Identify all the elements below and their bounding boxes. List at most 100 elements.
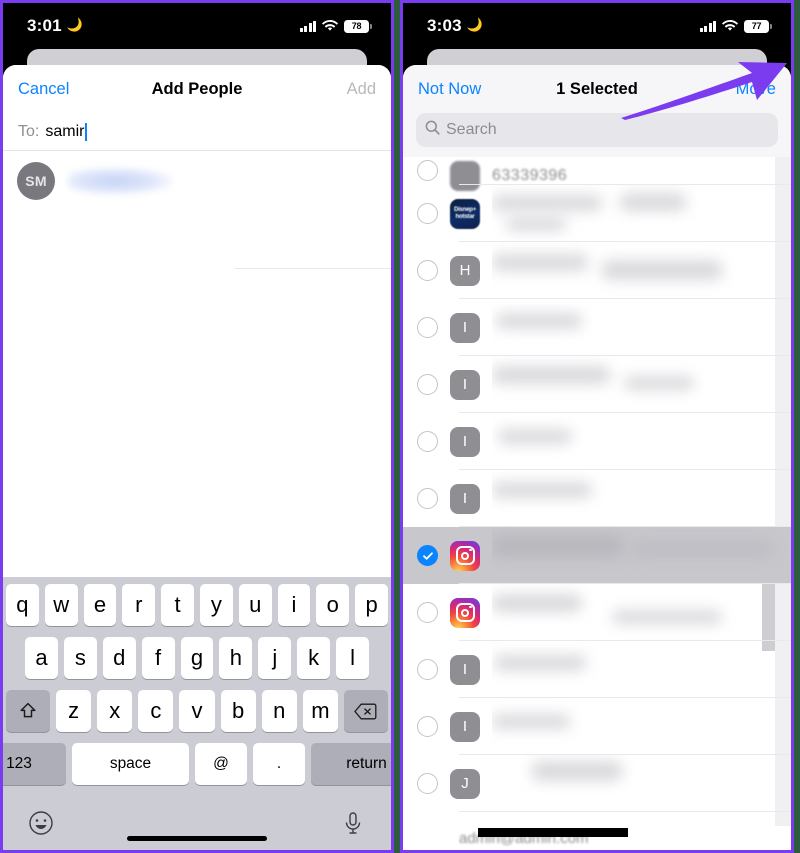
- row-radio[interactable]: [417, 488, 438, 509]
- microphone-icon[interactable]: [340, 810, 366, 836]
- key-c[interactable]: c: [138, 690, 174, 732]
- search-container: Search: [403, 113, 791, 157]
- keyboard-bottom-bar: [6, 796, 388, 850]
- row-label: 63339396: [492, 167, 568, 184]
- key-w[interactable]: w: [44, 584, 78, 626]
- key-o[interactable]: o: [316, 584, 350, 626]
- key-d[interactable]: d: [102, 637, 136, 679]
- row-label-redacted: [492, 413, 791, 470]
- contact-suggestion-row[interactable]: SM: [3, 151, 391, 211]
- row-label-redacted: [492, 185, 791, 242]
- wifi-icon: [322, 20, 338, 32]
- instagram-spark: [469, 548, 472, 552]
- key-k[interactable]: k: [297, 637, 331, 679]
- row-radio[interactable]: [417, 659, 438, 680]
- battery-indicator: 78: [344, 19, 372, 33]
- recipient-input[interactable]: samir: [45, 123, 84, 141]
- row-radio[interactable]: [417, 317, 438, 338]
- left-status-time: 3:01: [27, 16, 62, 35]
- row-radio-checked[interactable]: [417, 545, 438, 566]
- onscreen-keyboard: q w e r t y u i o p a s d f g h j k l z …: [3, 577, 391, 850]
- right-status-bar: 3:03 🌙 77: [403, 3, 791, 49]
- numbers-key[interactable]: 123: [3, 743, 66, 785]
- move-button[interactable]: Move: [736, 80, 776, 99]
- emoji-smiley-icon[interactable]: [28, 810, 54, 836]
- key-y[interactable]: y: [200, 584, 233, 626]
- return-key[interactable]: return: [311, 743, 391, 785]
- list-item[interactable]: J: [403, 755, 791, 812]
- list-item[interactable]: I: [403, 413, 791, 470]
- search-input[interactable]: Search: [416, 113, 778, 147]
- app-icon: I: [450, 312, 480, 343]
- row-radio[interactable]: [417, 203, 438, 224]
- key-v[interactable]: v: [179, 690, 215, 732]
- crescent-moon-icon: 🌙: [66, 17, 84, 32]
- home-indicator[interactable]: [127, 836, 267, 841]
- list-item[interactable]: I: [403, 356, 791, 413]
- row-radio[interactable]: [417, 260, 438, 281]
- left-status-time-group: 3:01 🌙: [27, 16, 83, 36]
- backspace-delete-icon[interactable]: [343, 690, 388, 732]
- to-label: To:: [18, 122, 40, 140]
- row-radio[interactable]: [417, 716, 438, 737]
- key-x[interactable]: x: [97, 690, 133, 732]
- key-l[interactable]: l: [336, 637, 370, 679]
- key-f[interactable]: f: [141, 637, 175, 679]
- to-field-row[interactable]: To: samir: [3, 113, 391, 151]
- key-s[interactable]: s: [63, 637, 97, 679]
- row-label-redacted: [492, 470, 791, 527]
- key-m[interactable]: m: [302, 690, 338, 732]
- list-item-selected[interactable]: [403, 527, 791, 584]
- key-e[interactable]: e: [83, 584, 117, 626]
- at-key[interactable]: @: [195, 743, 247, 785]
- key-g[interactable]: g: [180, 637, 214, 679]
- instagram-icon: [450, 540, 480, 571]
- key-u[interactable]: u: [238, 584, 272, 626]
- row-label-redacted: [492, 584, 791, 641]
- key-r[interactable]: r: [122, 584, 156, 626]
- row-radio[interactable]: [417, 773, 438, 794]
- row-radio[interactable]: [417, 431, 438, 452]
- list-item[interactable]: H: [403, 242, 791, 299]
- app-icon: I: [450, 483, 480, 514]
- list-item[interactable]: Disnep+ hotstar: [403, 185, 791, 242]
- instagram-lens: [461, 608, 469, 617]
- key-j[interactable]: j: [258, 637, 292, 679]
- row-radio[interactable]: [417, 374, 438, 395]
- app-list[interactable]: 63339396 Disnep+ hotstar H I I I I I I J…: [403, 157, 791, 850]
- disney-hotstar-icon: Disnep+ hotstar: [450, 198, 480, 229]
- list-item[interactable]: I: [403, 698, 791, 755]
- key-z[interactable]: z: [56, 690, 92, 732]
- shift-up-arrow-icon[interactable]: [6, 690, 50, 732]
- row-radio[interactable]: [417, 160, 438, 181]
- app-icon: I: [450, 654, 480, 685]
- key-t[interactable]: t: [161, 584, 194, 626]
- key-a[interactable]: a: [25, 637, 58, 679]
- app-icon: I: [450, 426, 480, 457]
- list-item[interactable]: I: [403, 641, 791, 698]
- instagram-spark: [469, 605, 472, 609]
- key-h[interactable]: h: [219, 637, 253, 679]
- key-p[interactable]: p: [355, 584, 388, 626]
- footer-email-row: admin@admin.com: [403, 826, 791, 850]
- row-radio[interactable]: [417, 602, 438, 623]
- list-item[interactable]: I: [403, 299, 791, 356]
- list-item[interactable]: I: [403, 470, 791, 527]
- key-q[interactable]: q: [6, 584, 39, 626]
- crescent-moon-icon: 🌙: [466, 17, 484, 32]
- avatar: SM: [17, 162, 55, 200]
- instagram-lens: [461, 551, 469, 560]
- period-key[interactable]: .: [253, 743, 305, 785]
- cancel-button[interactable]: Cancel: [18, 80, 69, 99]
- add-button[interactable]: Add: [347, 80, 376, 99]
- list-item[interactable]: 63339396: [403, 157, 791, 191]
- list-item[interactable]: [403, 584, 791, 641]
- key-b[interactable]: b: [220, 690, 256, 732]
- key-i[interactable]: i: [277, 584, 311, 626]
- key-n[interactable]: n: [261, 690, 297, 732]
- not-now-button[interactable]: Not Now: [418, 80, 481, 99]
- row-label-redacted: [492, 242, 791, 299]
- left-phone-frame: 3:01 🌙 78 Cancel Add People Add To: sami…: [0, 0, 394, 853]
- app-icon: J: [450, 768, 480, 799]
- space-key[interactable]: space: [72, 743, 189, 785]
